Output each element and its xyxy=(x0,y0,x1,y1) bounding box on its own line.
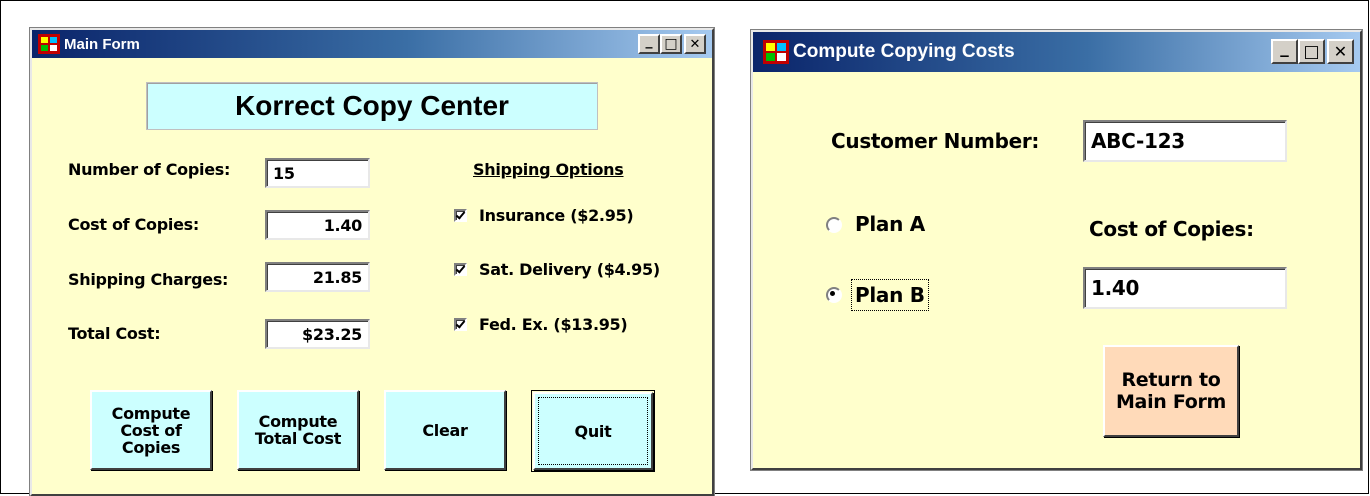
copy-costs-titlebar[interactable]: Compute Copying Costs _ □ ✕ xyxy=(753,32,1360,72)
compute-cost-button[interactable]: Compute Cost of Copies xyxy=(90,390,212,470)
window-app-icon[interactable] xyxy=(763,40,789,64)
insurance-label[interactable]: Insurance ($2.95) xyxy=(479,206,634,225)
plan-b-radio[interactable] xyxy=(826,287,842,303)
cost-of-copies-output[interactable]: 1.40 xyxy=(1083,267,1287,309)
clear-button[interactable]: Clear xyxy=(384,390,506,470)
total-label: Total Cost: xyxy=(68,324,161,343)
copy-costs-window: Compute Copying Costs _ □ ✕ Customer Num… xyxy=(750,29,1363,471)
copy-costs-title: Compute Copying Costs xyxy=(793,41,1015,62)
main-form-window: Main Form _ □ ✕ Korrect Copy Center Numb… xyxy=(29,27,715,496)
plan-a-label[interactable]: Plan A xyxy=(855,212,925,236)
window-app-icon[interactable] xyxy=(38,34,60,54)
minimize-button[interactable]: _ xyxy=(638,33,660,54)
shipping-options-header: Shipping Options xyxy=(473,160,624,179)
shipping-output[interactable]: 21.85 xyxy=(265,262,370,292)
fedex-checkbox[interactable] xyxy=(454,318,467,331)
maximize-icon: □ xyxy=(664,36,678,52)
maximize-button[interactable]: □ xyxy=(1298,39,1325,64)
copies-input[interactable]: 15 xyxy=(265,158,370,188)
minimize-button[interactable]: _ xyxy=(1271,37,1298,64)
minimize-icon: _ xyxy=(1280,37,1289,58)
quit-button[interactable]: Quit xyxy=(531,390,655,472)
fedex-label[interactable]: Fed. Ex. ($13.95) xyxy=(479,315,628,334)
total-output[interactable]: $23.25 xyxy=(265,319,370,349)
customer-number-label: Customer Number: xyxy=(831,129,1040,153)
close-icon: ✕ xyxy=(689,36,701,52)
saturday-delivery-checkbox[interactable] xyxy=(454,263,467,276)
customer-number-input[interactable]: ABC-123 xyxy=(1083,120,1287,162)
main-form-titlebar[interactable]: Main Form _ □ ✕ xyxy=(32,30,712,58)
shipping-label: Shipping Charges: xyxy=(68,270,229,289)
plan-a-radio[interactable] xyxy=(826,217,842,233)
close-button[interactable]: ✕ xyxy=(684,34,706,54)
saturday-delivery-label[interactable]: Sat. Delivery ($4.95) xyxy=(479,260,660,279)
cost-label: Cost of Copies: xyxy=(68,215,199,234)
maximize-button[interactable]: □ xyxy=(660,34,682,54)
plan-b-label[interactable]: Plan B xyxy=(851,279,929,311)
close-icon: ✕ xyxy=(1333,42,1348,61)
copies-label: Number of Copies: xyxy=(68,160,231,179)
minimize-icon: _ xyxy=(645,33,653,49)
close-button[interactable]: ✕ xyxy=(1327,39,1354,64)
maximize-icon: □ xyxy=(1303,41,1320,62)
compute-total-button[interactable]: Compute Total Cost xyxy=(237,390,359,470)
insurance-checkbox[interactable] xyxy=(454,209,467,222)
cost-of-copies-label: Cost of Copies: xyxy=(1089,217,1254,241)
quit-focus-rect xyxy=(538,397,648,465)
cost-output[interactable]: 1.40 xyxy=(265,210,370,240)
return-to-main-button[interactable]: Return to Main Form xyxy=(1103,345,1239,437)
main-form-title: Main Form xyxy=(64,35,140,53)
title-heading: Korrect Copy Center xyxy=(146,82,598,130)
